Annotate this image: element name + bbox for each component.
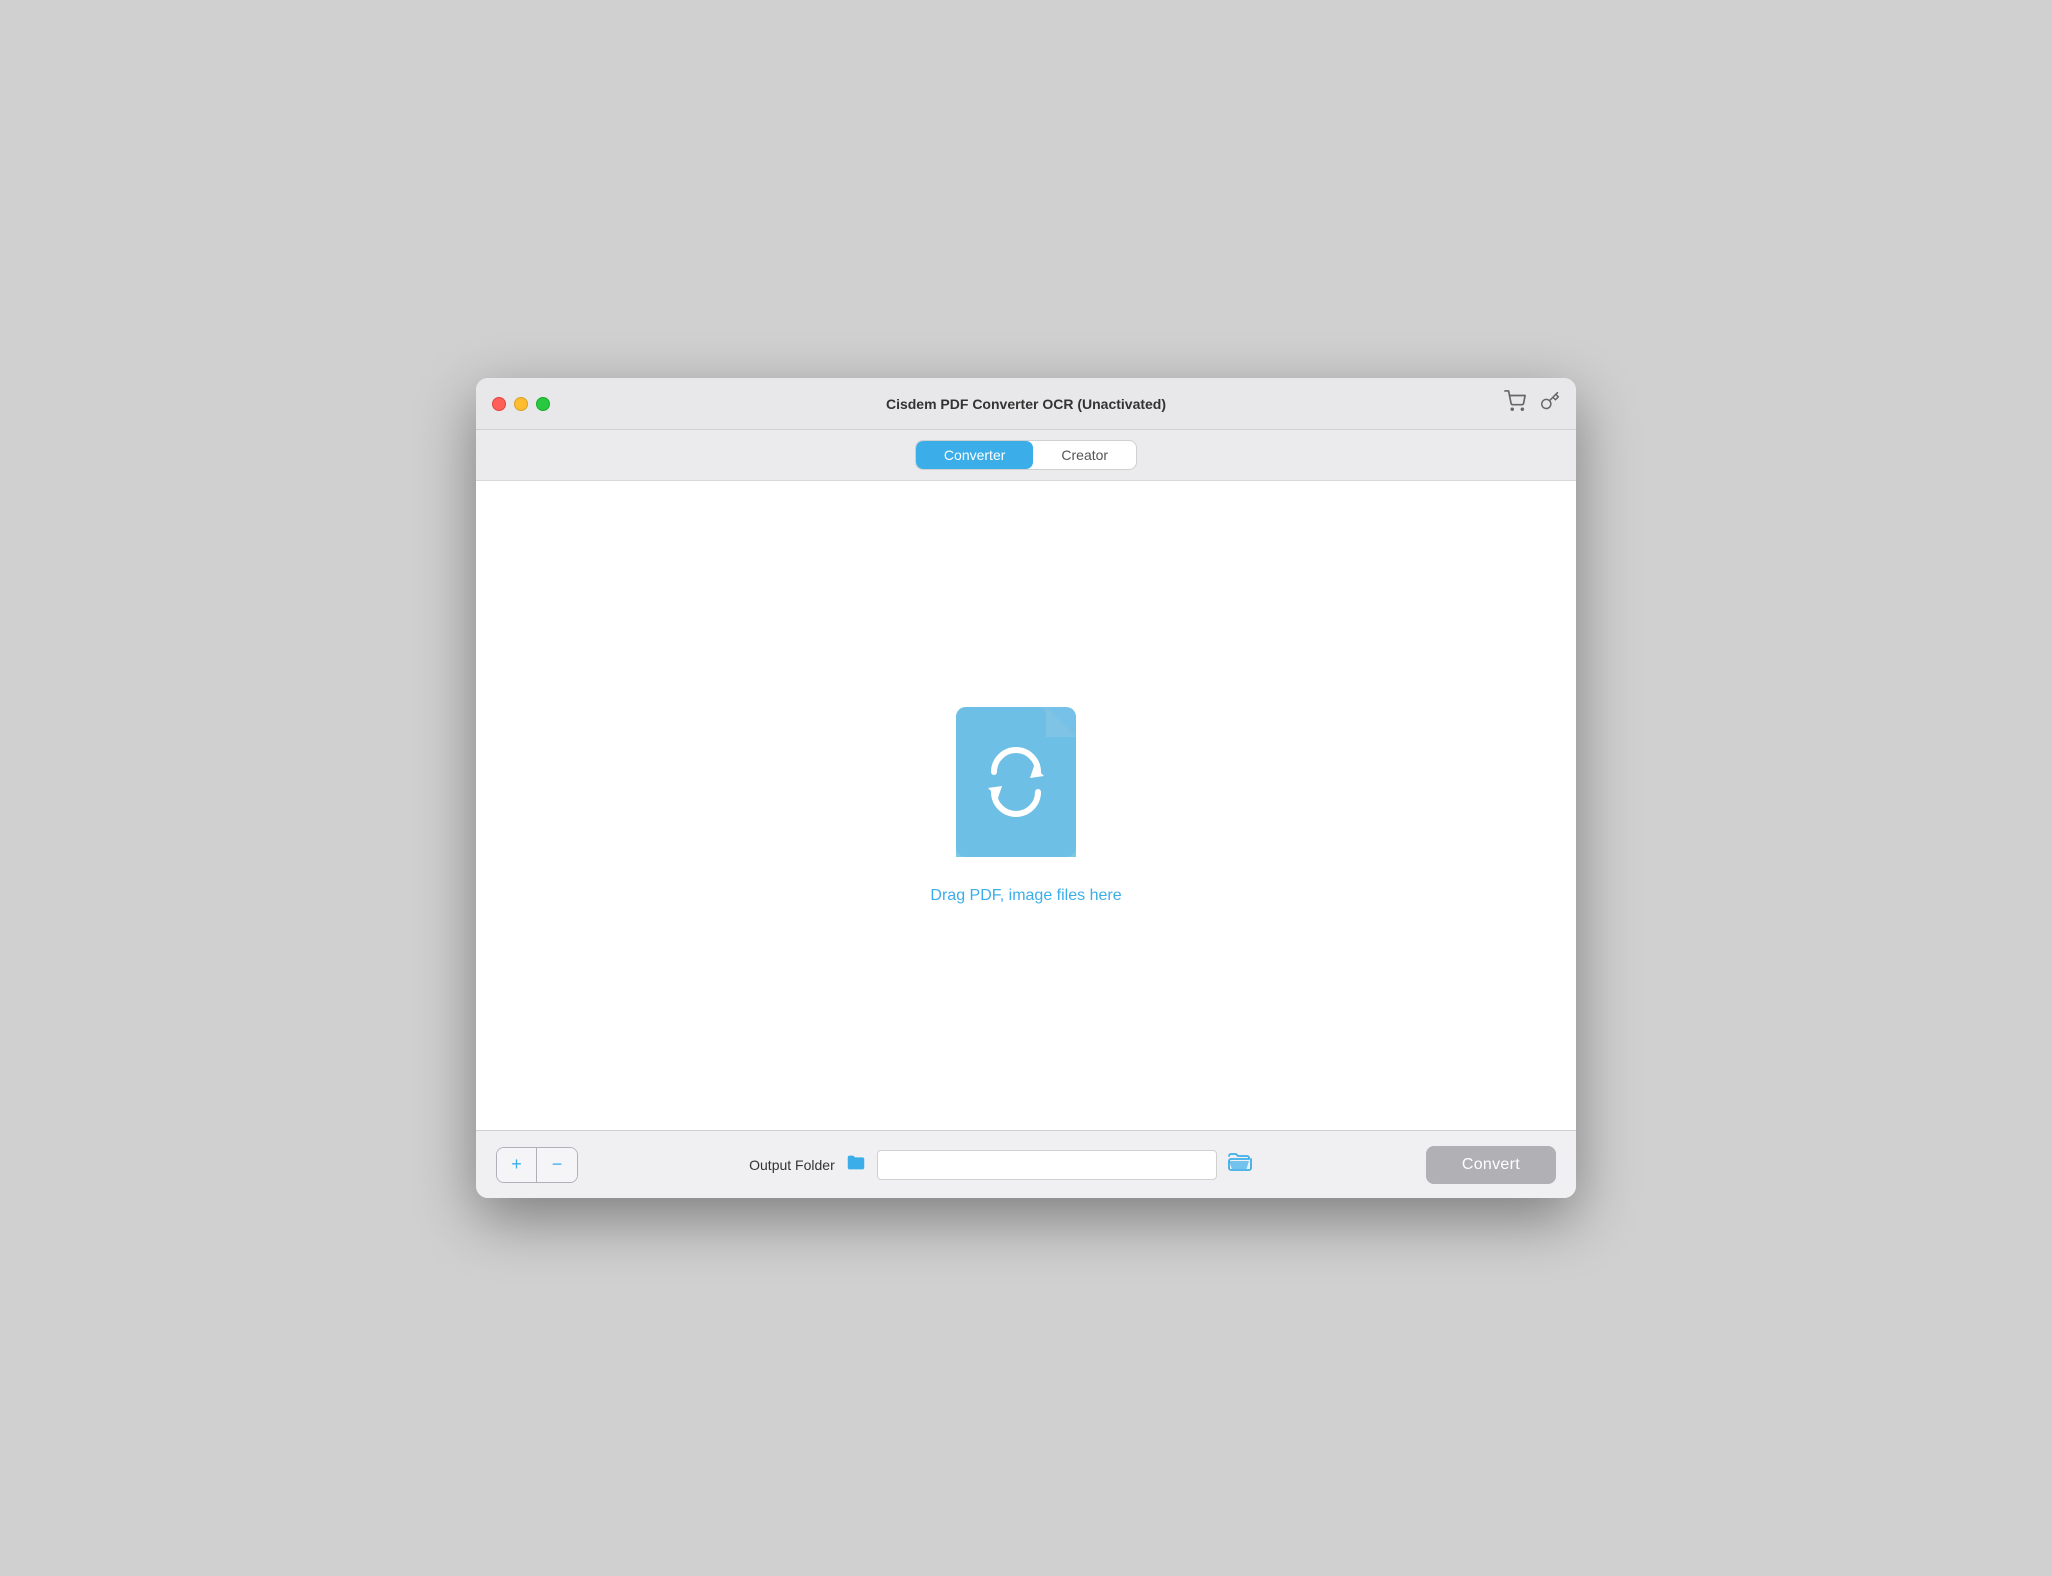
folder-open-icon[interactable]	[1227, 1150, 1255, 1180]
remove-button[interactable]: −	[537, 1148, 577, 1182]
titlebar-actions	[1504, 390, 1560, 417]
add-remove-group: + −	[496, 1147, 578, 1183]
cart-icon[interactable]	[1504, 390, 1526, 417]
file-convert-icon	[956, 707, 1096, 867]
main-content: Drag PDF, image files here	[476, 481, 1576, 1130]
tab-converter[interactable]: Converter	[916, 441, 1033, 469]
drop-label: Drag PDF, image files here	[930, 887, 1121, 905]
app-window: Cisdem PDF Converter OCR (Unactivated) C…	[476, 378, 1576, 1198]
window-title: Cisdem PDF Converter OCR (Unactivated)	[886, 396, 1166, 412]
drop-area[interactable]: Drag PDF, image files here	[930, 707, 1121, 905]
tab-group: Converter Creator	[915, 440, 1137, 470]
tabbar: Converter Creator	[476, 430, 1576, 481]
titlebar: Cisdem PDF Converter OCR (Unactivated)	[476, 378, 1576, 430]
close-button[interactable]	[492, 397, 506, 411]
minimize-button[interactable]	[514, 397, 528, 411]
key-icon[interactable]	[1540, 391, 1560, 416]
folder-icon	[845, 1151, 867, 1178]
output-folder-label: Output Folder	[749, 1157, 835, 1173]
tab-creator[interactable]: Creator	[1033, 441, 1136, 469]
output-folder-section: Output Folder	[594, 1150, 1410, 1180]
output-path-input[interactable]	[877, 1150, 1217, 1180]
maximize-button[interactable]	[536, 397, 550, 411]
traffic-lights	[492, 397, 550, 411]
bottombar: + − Output Folder Convert	[476, 1130, 1576, 1198]
add-button[interactable]: +	[497, 1148, 537, 1182]
convert-button[interactable]: Convert	[1426, 1146, 1556, 1184]
